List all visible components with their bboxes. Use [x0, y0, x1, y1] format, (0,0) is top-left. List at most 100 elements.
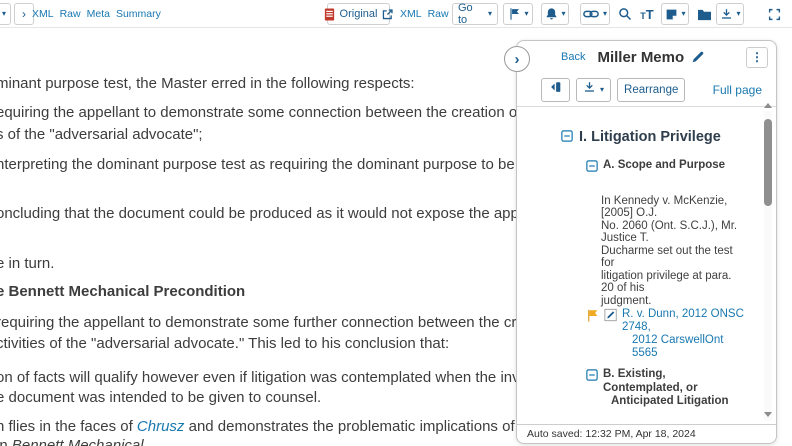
- document-line: s of the "adversarial advocate";: [0, 126, 203, 143]
- memo-download-dropdown[interactable]: ▾: [576, 77, 612, 102]
- memo-outline: I. Litigation Privilege A. Scope and Purp…: [517, 107, 776, 424]
- outline-heading-text: A. Scope and Purpose: [603, 159, 726, 171]
- chevron-right-icon: ›: [22, 7, 26, 21]
- view-link-xml-2[interactable]: XML: [400, 8, 422, 20]
- fullscreen-icon: [768, 8, 781, 21]
- document-text: on of facts will qualify however even if…: [0, 369, 526, 386]
- folder-button[interactable]: [694, 3, 714, 25]
- flag-dropdown[interactable]: ▾: [503, 3, 533, 25]
- document-line: on of facts will qualify however even if…: [0, 369, 526, 386]
- document-line: n flies in the faces of Chrusz and demon…: [0, 418, 526, 435]
- outline-heading-text: B. Existing, Contemplated, or Anticipated…: [603, 368, 729, 407]
- dock-left-button[interactable]: [541, 77, 570, 102]
- chevron-down-icon: ▾: [600, 84, 605, 94]
- chevron-down-icon: ▾: [524, 9, 529, 18]
- notes-dropdown[interactable]: ▾: [661, 3, 689, 25]
- chrusz-link[interactable]: Chrusz: [137, 418, 185, 435]
- document-text: oncluding that the document could be pro…: [0, 205, 526, 222]
- chevron-down-icon: ▾: [561, 9, 566, 18]
- view-link-meta[interactable]: Meta: [87, 8, 110, 20]
- prev-document-button[interactable]: ▾: [0, 3, 11, 25]
- scrollbar-thumb[interactable]: [764, 119, 772, 206]
- view-link-summary[interactable]: Summary: [116, 8, 161, 20]
- chevron-down-icon: ▾: [1, 9, 6, 18]
- link-icon: [583, 8, 599, 20]
- outline-citation: R. v. Dunn, 2012 ONSC 2748, 2012 Carswell…: [586, 308, 746, 360]
- note-icon: [665, 8, 678, 21]
- citation-link[interactable]: R. v. Dunn, 2012 ONSC 2748, 2012 Carswell…: [622, 308, 746, 360]
- document-text: minant purpose test, the Master erred in…: [0, 75, 415, 92]
- bell-icon: [545, 7, 558, 21]
- document-body: minant purpose test, the Master erred in…: [0, 28, 526, 446]
- document-line: e document was intended to be given to c…: [0, 389, 321, 406]
- search-icon: [618, 7, 632, 21]
- original-label: Original: [339, 8, 378, 20]
- back-link[interactable]: Back: [561, 51, 585, 63]
- note-edit-icon[interactable]: [604, 308, 618, 322]
- download-icon: [583, 81, 596, 99]
- folder-icon: [697, 8, 712, 21]
- document-text: e Bennett Mechanical Precondition: [0, 283, 246, 300]
- document-line: requiring the appellant to demonstrate s…: [0, 314, 526, 331]
- left-view-links: XML Raw Meta Summary: [32, 8, 161, 20]
- document-line: oncluding that the document could be pro…: [0, 205, 526, 222]
- link-dropdown[interactable]: ▾: [580, 3, 610, 25]
- collapse-section-icon[interactable]: [586, 160, 598, 172]
- memo-panel-toolbar: ▾ Rearrange Full page: [517, 73, 776, 107]
- memo-options-button[interactable]: ⋮: [746, 46, 768, 68]
- outline-heading-text: I. Litigation Privilege: [579, 129, 721, 145]
- download-icon: [720, 8, 733, 21]
- rearrange-label: Rearrange: [624, 83, 679, 96]
- document-text: n flies in the faces of: [0, 418, 137, 435]
- outline-heading: I. Litigation Privilege: [561, 129, 746, 146]
- document-text: s of the "adversarial advocate";: [0, 126, 203, 143]
- edit-title-pencil-icon[interactable]: [691, 50, 705, 64]
- outline-heading: A. Scope and Purpose: [586, 159, 746, 173]
- memo-scrollbar[interactable]: [764, 111, 772, 421]
- top-toolbar: ▾ › XML Raw Meta Summary Original XML Ra…: [0, 0, 792, 28]
- flag-icon: [508, 7, 521, 21]
- next-document-button[interactable]: ›: [14, 3, 34, 25]
- text-size-icon: TT: [640, 6, 654, 22]
- alerts-dropdown[interactable]: ▾: [541, 3, 569, 25]
- view-link-raw[interactable]: Raw: [60, 8, 81, 20]
- document-text: ctivities of the "adversarial advocate."…: [0, 335, 450, 352]
- original-document-button[interactable]: Original: [324, 3, 394, 25]
- document-line: e in turn.: [0, 255, 54, 272]
- chevron-down-icon: ▾: [487, 9, 492, 18]
- document-text: in: [0, 437, 8, 446]
- memo-panel: › Back Miller Memo ⋮ ▾ Rearrange Full pa…: [504, 40, 777, 444]
- pdf-icon: [323, 7, 336, 22]
- external-link-icon: [381, 8, 394, 21]
- collapse-section-icon[interactable]: [561, 130, 573, 142]
- document-text: nterpreting the dominant purpose test as…: [0, 156, 526, 173]
- document-line: ctivities of the "adversarial advocate."…: [0, 335, 449, 352]
- outline-heading: B. Existing, Contemplated, or Anticipated…: [586, 368, 746, 409]
- chevron-down-icon: ▾: [736, 9, 741, 18]
- text-size-button[interactable]: TT: [637, 3, 657, 25]
- flag-icon[interactable]: [586, 308, 600, 323]
- document-line: nterpreting the dominant purpose test as…: [0, 156, 526, 173]
- scroll-down-arrow[interactable]: [764, 412, 772, 417]
- document-text: e document was intended to be given to c…: [0, 389, 322, 406]
- chevron-down-icon: ▾: [603, 9, 608, 18]
- memo-panel-header: Back Miller Memo ⋮: [517, 41, 776, 73]
- view-link-xml[interactable]: XML: [32, 8, 54, 20]
- collapse-section-icon[interactable]: [586, 369, 598, 381]
- dock-left-icon: [548, 80, 563, 99]
- document-line: in Bennett Mechanical.: [0, 437, 148, 446]
- document-line: e Bennett Mechanical Precondition: [0, 283, 245, 300]
- rearrange-button[interactable]: Rearrange: [617, 77, 686, 102]
- document-text: and demonstrates the problematic implica…: [188, 418, 526, 435]
- full-page-link[interactable]: Full page: [713, 83, 762, 97]
- document-text: requiring the appellant to demonstrate s…: [0, 314, 526, 331]
- view-link-raw-2[interactable]: Raw: [428, 8, 449, 20]
- scroll-up-arrow[interactable]: [764, 103, 772, 108]
- document-text: e in turn.: [0, 255, 55, 272]
- search-button[interactable]: [615, 3, 635, 25]
- download-dropdown[interactable]: ▾: [716, 3, 744, 25]
- fullscreen-button[interactable]: [764, 3, 784, 25]
- goto-dropdown[interactable]: Go to ▾: [452, 2, 498, 26]
- document-text: Bennett Mechanical.: [11, 437, 148, 446]
- document-line: minant purpose test, the Master erred in…: [0, 75, 415, 92]
